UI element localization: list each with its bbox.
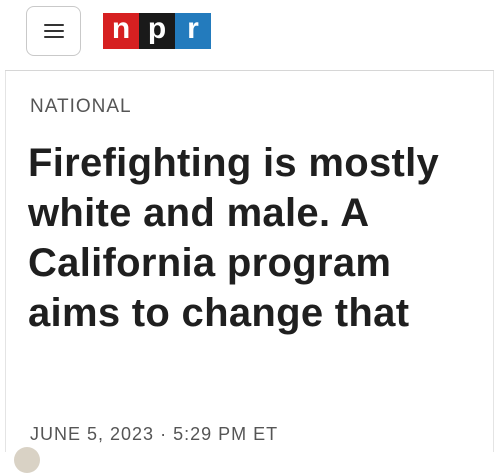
dateline-separator: · — [160, 424, 168, 444]
npr-logo[interactable]: n p r — [103, 13, 211, 49]
logo-letter-p: p — [139, 13, 175, 49]
article-date: JUNE 5, 2023 — [30, 424, 155, 444]
article-headline: Firefighting is mostly white and male. A… — [28, 141, 440, 335]
site-header: n p r — [5, 0, 494, 71]
article-dateline: JUNE 5, 2023 · 5:29 PM ET — [30, 424, 278, 445]
author-avatar — [14, 447, 40, 473]
article-time: 5:29 PM ET — [173, 424, 279, 444]
hamburger-menu-icon — [43, 24, 64, 38]
logo-letter-r: r — [175, 13, 211, 49]
menu-button[interactable] — [26, 6, 81, 56]
logo-letter-n: n — [103, 13, 139, 49]
section-label[interactable]: NATIONAL — [30, 96, 132, 118]
